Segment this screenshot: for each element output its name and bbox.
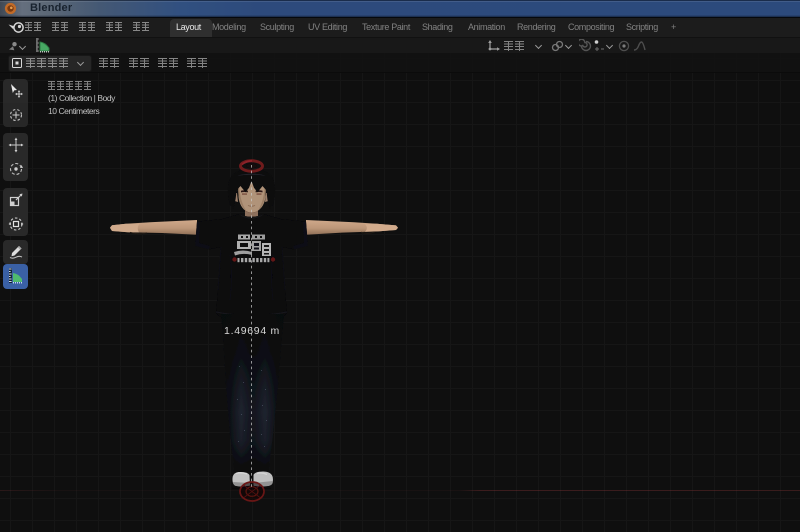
svg-text:1.49694 m: 1.49694 m	[224, 325, 280, 337]
